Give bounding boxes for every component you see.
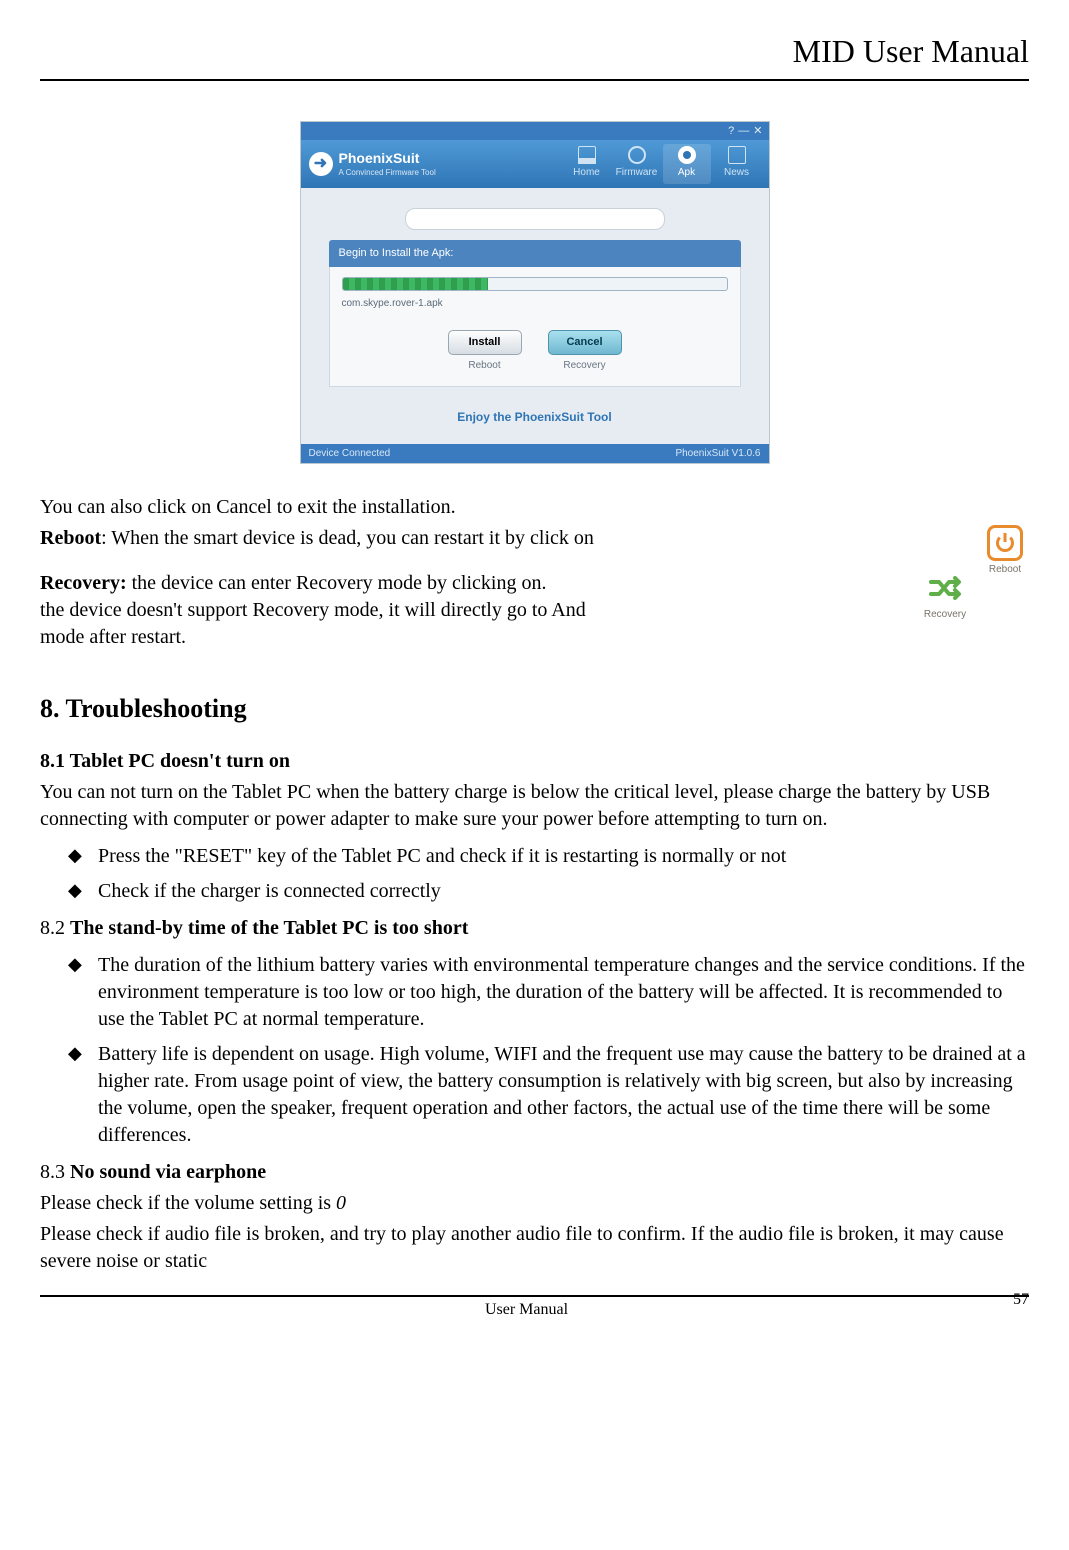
- recovery-line3: mode after restart.: [40, 626, 186, 648]
- list-8-1: Press the "RESET" key of the Tablet PC a…: [40, 843, 1029, 905]
- minimize-icon: —: [738, 124, 749, 139]
- cancel-button[interactable]: Cancel: [548, 330, 622, 355]
- para-8-3b: Please check if audio file is broken, an…: [40, 1221, 1029, 1275]
- recovery-label: Recovery:: [40, 572, 127, 594]
- title-8-3: No sound via earphone: [70, 1161, 266, 1183]
- reboot-sublabel: Reboot: [448, 359, 522, 373]
- progress-bar: [342, 277, 728, 291]
- list-item: Check if the charger is connected correc…: [98, 878, 1029, 905]
- nav-news[interactable]: News: [713, 144, 761, 184]
- apk-filename: com.skype.rover-1.apk: [342, 297, 728, 311]
- list-item: Press the "RESET" key of the Tablet PC a…: [98, 843, 1029, 870]
- phoenixsuit-figure: ? — ✕ ➜ PhoenixSuit A Convinced Firmware…: [300, 121, 770, 464]
- close-icon: ✕: [753, 124, 762, 139]
- progress-panel: com.skype.rover-1.apk Install Reboot Can…: [329, 267, 741, 388]
- reboot-icon-label: Reboot: [989, 564, 1021, 575]
- news-icon: [728, 146, 746, 164]
- para-8-3a: Please check if the volume setting is 0: [40, 1190, 1029, 1217]
- app-body: Begin to Install the Apk: com.skype.rove…: [301, 188, 769, 444]
- list-8-2: The duration of the lithium battery vari…: [40, 952, 1029, 1149]
- apk-path-field[interactable]: [405, 208, 665, 230]
- para-8-1: You can not turn on the Tablet PC when t…: [40, 779, 1029, 833]
- phoenix-logo-icon: ➜: [309, 152, 333, 176]
- heading-8: 8. Troubleshooting: [40, 691, 1029, 726]
- list-item: Battery life is dependent on usage. High…: [98, 1041, 1029, 1149]
- status-left: Device Connected: [309, 447, 391, 461]
- help-icon: ?: [728, 124, 734, 139]
- footer: User Manual 57: [40, 1297, 1029, 1321]
- power-icon: [987, 525, 1023, 561]
- page-header-title: MID User Manual: [40, 30, 1029, 73]
- brand: PhoenixSuit A Convinced Firmware Tool: [339, 149, 436, 179]
- brand-sub: A Convinced Firmware Tool: [339, 168, 436, 179]
- recovery-icon-label: Recovery: [924, 609, 966, 620]
- heading-8-3: 8.3 No sound via earphone: [40, 1159, 1029, 1186]
- reboot-icon-box: Reboot: [981, 525, 1029, 577]
- recovery-icon-box: Recovery: [921, 570, 969, 622]
- prefix-8-2: 8.2: [40, 917, 70, 939]
- recovery-line1: the device can enter Recovery mode by cl…: [127, 572, 547, 594]
- anchor-icon: [628, 146, 646, 164]
- shuffle-icon: [927, 570, 963, 606]
- nav-apk[interactable]: Apk: [663, 144, 711, 184]
- heading-8-2: 8.2 The stand-by time of the Tablet PC i…: [40, 915, 1029, 942]
- nav-firmware[interactable]: Firmware: [613, 144, 661, 184]
- cube-icon: [678, 146, 696, 164]
- prefix-8-3: 8.3: [40, 1161, 70, 1183]
- install-label: Begin to Install the Apk:: [329, 240, 741, 267]
- recovery-sublabel: Recovery: [548, 359, 622, 373]
- para-recovery: Recovery Recovery: the device can enter …: [40, 570, 1029, 651]
- home-icon: [578, 146, 596, 164]
- header-rule: [40, 79, 1029, 81]
- brand-name: PhoenixSuit: [339, 149, 436, 168]
- nav-home[interactable]: Home: [563, 144, 611, 184]
- app-statusbar: Device Connected PhoenixSuit V1.0.6: [301, 444, 769, 464]
- title-8-2: The stand-by time of the Tablet PC is to…: [70, 917, 468, 939]
- reboot-text: : When the smart device is dead, you can…: [101, 527, 594, 549]
- para-reboot: Reboot Reboot: When the smart device is …: [40, 525, 1029, 552]
- para-cancel: You can also click on Cancel to exit the…: [40, 494, 1029, 521]
- page-number: 57: [1013, 1289, 1029, 1311]
- app-tagline: Enjoy the PhoenixSuit Tool: [329, 409, 741, 425]
- recovery-line2: the device doesn't support Recovery mode…: [40, 599, 586, 621]
- progress-fill: [343, 278, 489, 290]
- status-right: PhoenixSuit V1.0.6: [675, 447, 760, 461]
- app-topbar: ➜ PhoenixSuit A Convinced Firmware Tool …: [301, 140, 769, 188]
- footer-center: User Manual: [40, 1299, 1013, 1321]
- window-titlebar: ? — ✕: [301, 122, 769, 140]
- install-button[interactable]: Install: [448, 330, 522, 355]
- list-item: The duration of the lithium battery vari…: [98, 952, 1029, 1033]
- reboot-label: Reboot: [40, 527, 101, 549]
- heading-8-1: 8.1 Tablet PC doesn't turn on: [40, 748, 1029, 775]
